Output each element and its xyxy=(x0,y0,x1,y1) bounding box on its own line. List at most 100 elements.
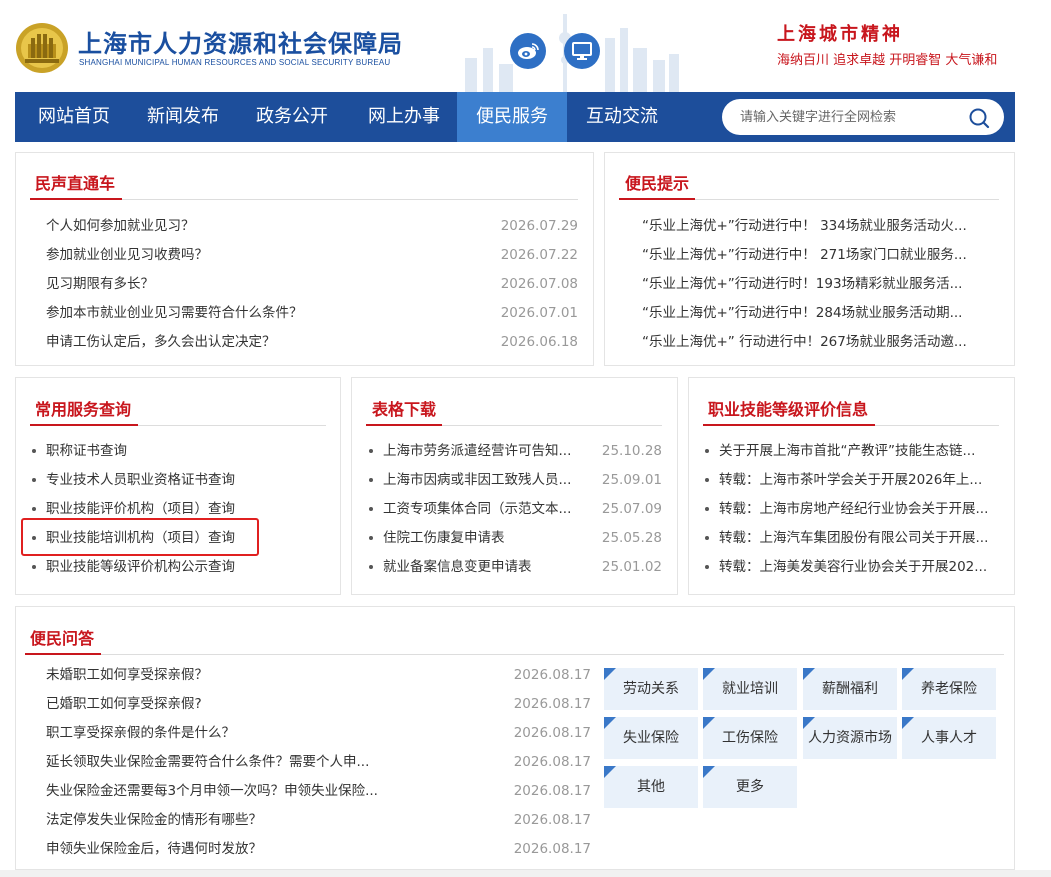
skill-item-text[interactable]: 转载：上海市房地产经纪行业协会关于开展... xyxy=(719,499,1000,519)
list-item[interactable]: 工资专项集体合同（示范文本... 25.07.09 xyxy=(369,499,662,519)
nav-item-online[interactable]: 网上办事 xyxy=(351,92,457,142)
list-item[interactable]: 职工享受探亲假的条件是什么？ 2026.08.17 xyxy=(46,723,591,743)
nav-item-home[interactable]: 网站首页 xyxy=(15,92,133,142)
list-item[interactable]: 上海市劳务派遣经营许可告知... 25.10.28 xyxy=(369,441,662,461)
service-item-text[interactable]: 专业技术人员职业资格证书查询 xyxy=(46,470,235,490)
forms-title[interactable]: 表格下载 xyxy=(372,396,436,420)
skill-item-text[interactable]: 转载：上海汽车集团股份有限公司关于开展... xyxy=(719,528,1000,548)
skill-item-text[interactable]: 转载：上海美发美容行业协会关于开展202... xyxy=(719,557,1000,577)
qa-item-text[interactable]: 已婚职工如何享受探亲假? xyxy=(46,694,406,714)
tag-injury[interactable]: 工伤保险 xyxy=(703,717,797,759)
qa-item-text[interactable]: 未婚职工如何享受探亲假？ xyxy=(46,665,406,685)
form-item-text[interactable]: 住院工伤康复申请表 xyxy=(383,528,583,548)
voice-item-text[interactable]: 个人如何参加就业见习？ xyxy=(46,216,195,236)
list-item[interactable]: 已婚职工如何享受探亲假? 2026.08.17 xyxy=(46,694,591,714)
list-item[interactable]: “乐业上海优+”行动进行中！ 334场就业服务活动火... xyxy=(642,216,982,236)
tag-other[interactable]: 其他 xyxy=(604,766,698,808)
list-item[interactable]: 见习期限有多长？ 2026.07.08 xyxy=(46,274,578,294)
desktop-button[interactable] xyxy=(564,33,600,69)
qa-item-text[interactable]: 法定停发失业保险金的情形有哪些？ xyxy=(46,810,406,830)
qa-item-text[interactable]: 失业保险金还需要每3个月申领一次吗？申领失业保险... xyxy=(46,781,406,801)
qa-item-text[interactable]: 延长领取失业保险金需要符合什么条件？需要个人申... xyxy=(46,752,406,772)
list-item[interactable]: 就业备案信息变更申请表 25.01.02 xyxy=(369,557,662,577)
qa-item-text[interactable]: 申领失业保险金后，待遇何时发放？ xyxy=(46,839,406,859)
list-item[interactable]: 转载：上海汽车集团股份有限公司关于开展... xyxy=(705,528,1000,548)
form-item-text[interactable]: 上海市因病或非因工致残人员... xyxy=(383,470,583,490)
tag-employment-training[interactable]: 就业培训 xyxy=(703,668,797,710)
tips-item-text[interactable]: “乐业上海优+”行动进行中！ 334场就业服务活动火... xyxy=(642,216,982,236)
list-item[interactable]: 申领失业保险金后，待遇何时发放？ 2026.08.17 xyxy=(46,839,591,859)
list-item[interactable]: “乐业上海优+”行动进行中！284场就业服务活动期... xyxy=(642,303,982,323)
tips-item-text[interactable]: “乐业上海优+”行动进行中！284场就业服务活动期... xyxy=(642,303,982,323)
list-item[interactable]: “乐业上海优+”行动进行中！ 271场家门口就业服务... xyxy=(642,245,982,265)
voice-item-date: 2026.07.29 xyxy=(500,218,578,234)
services-title[interactable]: 常用服务查询 xyxy=(35,396,131,420)
list-item[interactable]: 专业技术人员职业资格证书查询 xyxy=(32,470,322,490)
voice-item-text[interactable]: 参加就业创业见习收费吗？ xyxy=(46,245,208,265)
voice-item-text[interactable]: 见习期限有多长？ xyxy=(46,274,154,294)
nav-item-convenience[interactable]: 便民服务 xyxy=(457,92,567,142)
list-item[interactable]: “乐业上海优+” 行动进行中！267场就业服务活动邀... xyxy=(642,332,982,352)
tips-item-text[interactable]: “乐业上海优+”行动进行中！ 271场家门口就业服务... xyxy=(642,245,982,265)
qa-title[interactable]: 便民问答 xyxy=(30,625,94,649)
voice-title[interactable]: 民声直通车 xyxy=(35,170,115,194)
list-item[interactable]: 参加就业创业见习收费吗？ 2026.07.22 xyxy=(46,245,578,265)
list-item[interactable]: 职业技能评价机构（项目）查询 xyxy=(32,499,322,519)
list-item[interactable]: 关于开展上海市首批“产教评”技能生态链... xyxy=(705,441,1000,461)
nav-item-gov[interactable]: 政务公开 xyxy=(233,92,351,142)
list-item[interactable]: 职业技能等级评价机构公示查询 xyxy=(32,557,322,577)
tag-pension[interactable]: 养老保险 xyxy=(902,668,996,710)
list-item[interactable]: 延长领取失业保险金需要符合什么条件？需要个人申... 2026.08.17 xyxy=(46,752,591,772)
bullet xyxy=(705,449,709,453)
list-item[interactable]: 住院工伤康复申请表 25.05.28 xyxy=(369,528,662,548)
skills-title[interactable]: 职业技能等级评价信息 xyxy=(708,396,868,420)
tag-hr-market[interactable]: 人力资源市场 xyxy=(803,717,897,759)
weibo-button[interactable] xyxy=(510,33,546,69)
tag-salary-welfare[interactable]: 薪酬福利 xyxy=(803,668,897,710)
tag-labor-relations[interactable]: 劳动关系 xyxy=(604,668,698,710)
qa-item-date: 2026.08.17 xyxy=(513,725,591,741)
list-item[interactable]: 申请工伤认定后，多久会出认定决定？ 2026.06.18 xyxy=(46,332,578,352)
list-item[interactable]: 上海市因病或非因工致残人员... 25.09.01 xyxy=(369,470,662,490)
search-icon[interactable] xyxy=(968,107,990,129)
tag-more[interactable]: 更多 xyxy=(703,766,797,808)
form-item-text[interactable]: 工资专项集体合同（示范文本... xyxy=(383,499,583,519)
nav-item-interact[interactable]: 互动交流 xyxy=(567,92,677,142)
tag-personnel[interactable]: 人事人才 xyxy=(902,717,996,759)
bullet xyxy=(369,507,373,511)
list-item[interactable]: 参加本市就业创业见习需要符合什么条件？ 2026.07.01 xyxy=(46,303,578,323)
tag-label: 人力资源市场 xyxy=(808,730,892,746)
form-item-date: 25.07.09 xyxy=(601,501,662,517)
corner-marker xyxy=(803,717,815,729)
nav-item-news[interactable]: 新闻发布 xyxy=(133,92,233,142)
service-item-text[interactable]: 职业技能评价机构（项目）查询 xyxy=(46,499,235,519)
list-item[interactable]: 转载：上海市茶叶学会关于开展2026年上... xyxy=(705,470,1000,490)
tips-title[interactable]: 便民提示 xyxy=(625,170,689,194)
form-item-text[interactable]: 上海市劳务派遣经营许可告知... xyxy=(383,441,583,461)
tag-unemployment[interactable]: 失业保险 xyxy=(604,717,698,759)
qa-item-text[interactable]: 职工享受探亲假的条件是什么？ xyxy=(46,723,406,743)
voice-item-text[interactable]: 参加本市就业创业见习需要符合什么条件？ xyxy=(46,303,303,323)
service-item-text[interactable]: 职业技能等级评价机构公示查询 xyxy=(46,557,235,577)
tips-item-text[interactable]: “乐业上海优+”行动进行时！193场精彩就业服务活... xyxy=(642,274,982,294)
tips-item-text[interactable]: “乐业上海优+” 行动进行中！267场就业服务活动邀... xyxy=(642,332,982,352)
list-item[interactable]: 个人如何参加就业见习？ 2026.07.29 xyxy=(46,216,578,236)
form-item-text[interactable]: 就业备案信息变更申请表 xyxy=(383,557,583,577)
list-item[interactable]: 转载：上海美发美容行业协会关于开展202... xyxy=(705,557,1000,577)
skill-item-text[interactable]: 转载：上海市茶叶学会关于开展2026年上... xyxy=(719,470,1000,490)
emblem-icon[interactable] xyxy=(15,22,69,74)
skill-item-text[interactable]: 关于开展上海市首批“产教评”技能生态链... xyxy=(719,441,1000,461)
title-underline xyxy=(703,424,875,426)
list-item[interactable]: “乐业上海优+”行动进行时！193场精彩就业服务活... xyxy=(642,274,982,294)
list-item[interactable]: 转载：上海市房地产经纪行业协会关于开展... xyxy=(705,499,1000,519)
list-item[interactable]: 职称证书查询 xyxy=(32,441,322,461)
search-box xyxy=(722,99,1004,135)
list-item[interactable]: 法定停发失业保险金的情形有哪些？ 2026.08.17 xyxy=(46,810,591,830)
search-input[interactable] xyxy=(740,107,960,127)
list-item[interactable]: 未婚职工如何享受探亲假？ 2026.08.17 xyxy=(46,665,591,685)
voice-item-date: 2026.07.01 xyxy=(500,305,578,321)
site-title[interactable]: 上海市人力资源和社会保障局 xyxy=(78,24,403,59)
list-item[interactable]: 失业保险金还需要每3个月申领一次吗？申领失业保险... 2026.08.17 xyxy=(46,781,591,801)
service-item-text[interactable]: 职称证书查询 xyxy=(46,441,127,461)
voice-item-text[interactable]: 申请工伤认定后，多久会出认定决定？ xyxy=(46,332,276,352)
